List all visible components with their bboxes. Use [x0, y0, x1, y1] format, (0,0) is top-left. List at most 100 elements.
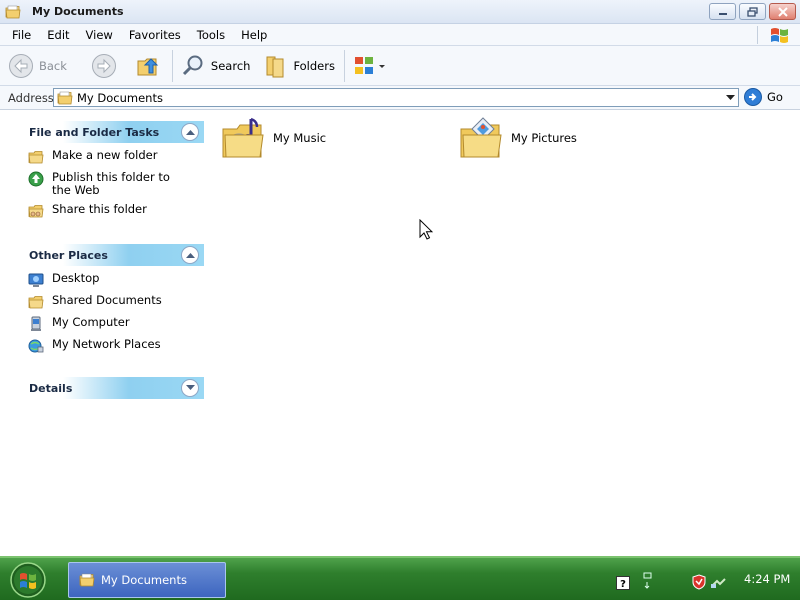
back-button[interactable]: Back [5, 50, 70, 82]
window-title: My Documents [32, 5, 124, 18]
menu-view[interactable]: View [78, 24, 121, 46]
clock: 4:24 PM [744, 572, 791, 586]
other-places-header[interactable]: Other Places [16, 244, 204, 266]
minimize-button[interactable] [709, 3, 736, 20]
menu-bar: File Edit View Favorites Tools Help [0, 24, 800, 46]
search-label: Search [210, 58, 251, 73]
views-button[interactable] [349, 50, 391, 82]
place-my-computer[interactable]: My Computer [28, 316, 204, 332]
folder-label: My Music [273, 131, 327, 145]
folder-my-pictures[interactable]: My Pictures [459, 115, 577, 161]
place-label: My Computer [52, 315, 130, 329]
task-make-new-folder[interactable]: Make a new folder [28, 149, 204, 165]
folder-icon [57, 91, 73, 104]
search-icon [182, 55, 203, 75]
taskbar-button-label: My Documents [101, 573, 187, 587]
go-button[interactable]: Go [744, 88, 783, 106]
task-share-folder[interactable]: Share this folder [28, 203, 204, 219]
folder-icon [5, 5, 21, 18]
computer-icon [31, 316, 41, 331]
connection-icon[interactable] [710, 574, 726, 590]
windows-logo-icon [771, 28, 788, 43]
panel-title: Details [29, 381, 73, 395]
security-shield-icon[interactable] [692, 574, 706, 590]
minimize-icon [718, 12, 727, 15]
up-folder-button[interactable] [132, 50, 164, 82]
back-arrow-icon [9, 53, 33, 78]
address-bar: Address My Documents Go [0, 86, 800, 110]
maximize-button[interactable] [739, 3, 766, 20]
place-desktop[interactable]: Desktop [28, 272, 204, 288]
pictures-folder-icon [460, 117, 502, 158]
address-value: My Documents [77, 90, 163, 105]
details-header[interactable]: Details [16, 377, 204, 399]
address-dropdown-button[interactable] [722, 89, 738, 106]
toolbar-separator [343, 49, 345, 82]
back-label: Back [39, 58, 67, 73]
go-arrow-icon [744, 88, 762, 106]
panel-title: File and Folder Tasks [29, 125, 160, 139]
views-icon [354, 56, 385, 74]
close-icon [777, 6, 788, 17]
up-folder-icon [137, 57, 159, 75]
menu-help[interactable]: Help [233, 24, 275, 46]
publish-web-icon [28, 171, 44, 187]
folder-contents: My Music My Pictures [215, 111, 800, 556]
menu-edit[interactable]: Edit [39, 24, 77, 46]
taskbar-button-my-documents[interactable]: My Documents [68, 562, 226, 598]
restore-icon [746, 6, 758, 17]
close-button[interactable] [769, 3, 796, 20]
start-button[interactable] [8, 561, 48, 599]
mouse-cursor-icon [419, 219, 433, 240]
place-my-network-places[interactable]: My Network Places [28, 338, 204, 354]
place-shared-documents[interactable]: Shared Documents [28, 294, 204, 310]
menu-favorites[interactable]: Favorites [121, 24, 189, 46]
details-panel: Details [16, 377, 204, 399]
task-pane: File and Folder Tasks Make a new folder … [0, 111, 215, 556]
chevron-up-icon [185, 253, 195, 258]
place-label: Desktop [52, 271, 100, 285]
address-label: Address [8, 90, 54, 105]
forward-arrow-icon [91, 53, 116, 78]
music-folder-icon [222, 117, 264, 158]
file-folder-tasks-panel: File and Folder Tasks Make a new folder … [16, 121, 204, 219]
toolbar: Back Search Folders [0, 46, 800, 86]
menu-file[interactable]: File [0, 24, 39, 46]
folders-label: Folders [293, 58, 335, 73]
forward-button[interactable] [88, 50, 120, 82]
help-icon[interactable]: ? [616, 576, 630, 590]
svg-text:?: ? [620, 579, 626, 590]
shared-folder-icon [28, 296, 44, 309]
title-bar: My Documents [0, 0, 800, 24]
desktop-icon [28, 273, 44, 287]
new-folder-icon [28, 151, 44, 164]
chevron-down-icon [725, 94, 735, 100]
folder-label: My Pictures [511, 131, 577, 145]
panel-title: Other Places [29, 248, 108, 262]
chevron-up-icon [185, 130, 195, 135]
task-label: Publish this folder to the Web [52, 170, 170, 197]
toolbar-separator [171, 49, 173, 82]
task-publish-folder[interactable]: Publish this folder to the Web [28, 171, 204, 197]
folder-my-music[interactable]: My Music [221, 115, 326, 161]
folders-button[interactable]: Folders [259, 50, 338, 82]
place-label: Shared Documents [52, 293, 162, 307]
address-input[interactable]: My Documents [53, 88, 739, 107]
taskbar: My Documents ? 4:24 PM [0, 556, 800, 600]
file-folder-tasks-header[interactable]: File and Folder Tasks [16, 121, 204, 143]
task-label: Make a new folder [52, 148, 158, 162]
go-label: Go [767, 90, 783, 104]
collapse-button[interactable] [181, 246, 199, 264]
chevron-down-icon [185, 385, 195, 390]
network-status-icon[interactable] [642, 572, 654, 592]
collapse-button[interactable] [181, 123, 199, 141]
share-folder-icon [28, 205, 44, 218]
menu-tools[interactable]: Tools [189, 24, 233, 46]
menu-separator [757, 26, 758, 44]
other-places-panel: Other Places Desktop Shared Documents My… [16, 244, 204, 354]
network-icon [28, 339, 44, 353]
folder-icon [79, 573, 95, 587]
expand-button[interactable] [181, 379, 199, 397]
folders-icon [266, 56, 284, 77]
search-button[interactable]: Search [177, 50, 254, 82]
